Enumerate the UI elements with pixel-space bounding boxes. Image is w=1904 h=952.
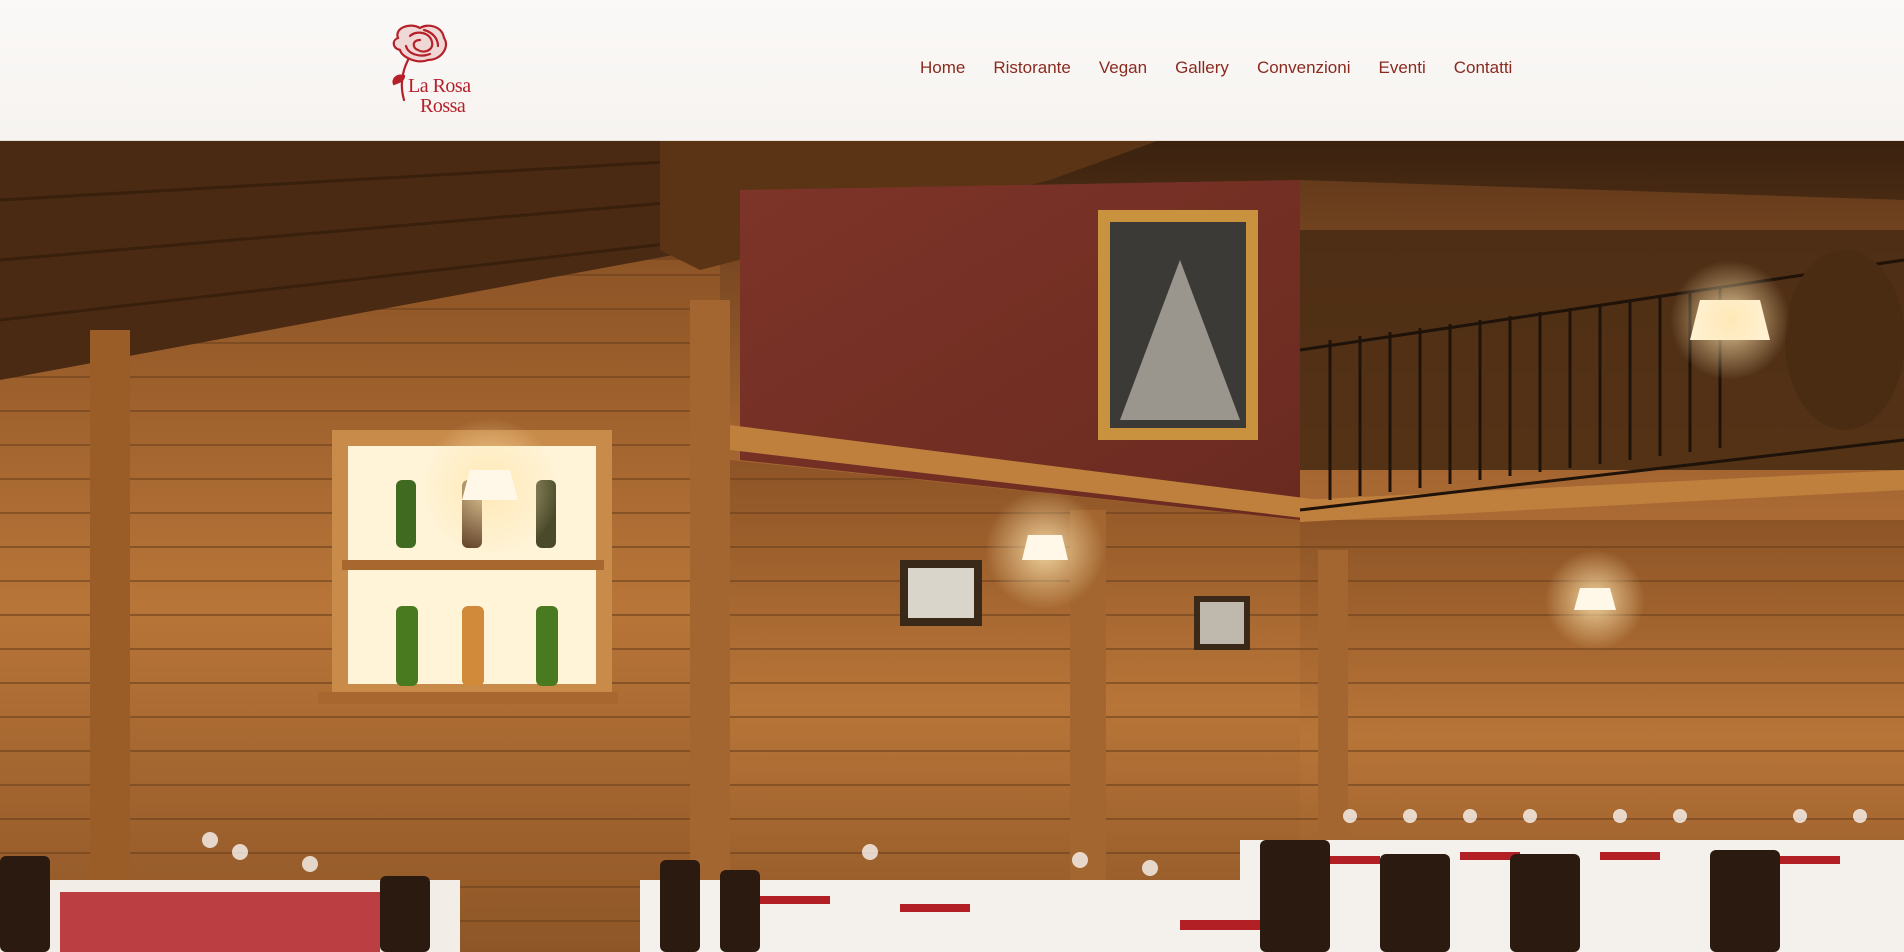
logo-text: La Rosa Rossa	[408, 76, 478, 116]
nav-ristorante[interactable]: Ristorante	[993, 56, 1070, 80]
hero-restaurant-photo	[0, 140, 1904, 952]
main-nav: Home Ristorante Vegan Gallery Convenzion…	[920, 56, 1512, 80]
nav-home[interactable]: Home	[920, 56, 965, 80]
nav-eventi[interactable]: Eventi	[1379, 56, 1426, 80]
restaurant-interior-illustration	[0, 140, 1904, 952]
nav-gallery[interactable]: Gallery	[1175, 56, 1229, 80]
nav-convenzioni[interactable]: Convenzioni	[1257, 56, 1351, 80]
logo[interactable]: La Rosa Rossa	[380, 20, 471, 122]
site-header: La Rosa Rossa Home Ristorante Vegan Gall…	[0, 0, 1904, 141]
brand-name-line2: Rossa	[420, 95, 466, 117]
nav-vegan[interactable]: Vegan	[1099, 56, 1147, 80]
nav-contatti[interactable]: Contatti	[1454, 56, 1513, 80]
brand-name-line1: La Rosa	[408, 75, 471, 97]
